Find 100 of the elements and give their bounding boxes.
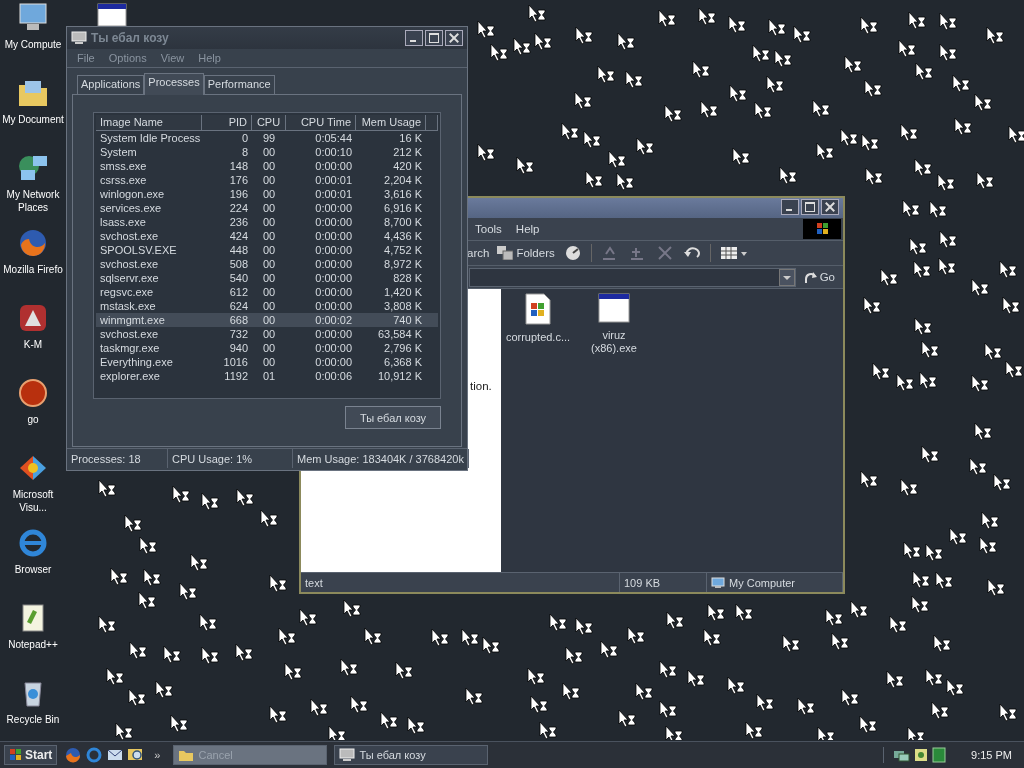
busy-cursor-icon [530, 695, 548, 714]
close-button[interactable] [821, 199, 839, 215]
process-row[interactable]: services.exe 224 00 0:00:00 6,916 K [96, 201, 438, 215]
busy-cursor-icon [732, 147, 750, 166]
process-row[interactable]: svchost.exe 424 00 0:00:00 4,436 K [96, 229, 438, 243]
tab[interactable]: Performance [203, 75, 275, 94]
busy-cursor-icon [913, 260, 931, 279]
menu-item[interactable]: Help [515, 223, 540, 235]
busy-cursor-icon [565, 646, 583, 665]
busy-cursor-icon [583, 130, 601, 149]
busy-cursor-icon [925, 543, 943, 562]
views-icon[interactable] [718, 244, 749, 262]
close-button[interactable] [445, 30, 463, 46]
explorer-file[interactable]: corrupted.c... [503, 293, 573, 344]
busy-cursor-icon [987, 578, 1005, 597]
go-button[interactable]: Go [799, 271, 839, 283]
process-row[interactable]: winmgmt.exe 668 00 0:00:02 740 K [96, 313, 438, 327]
process-row[interactable]: csrss.exe 176 00 0:00:01 2,204 K [96, 173, 438, 187]
busy-cursor-icon [260, 509, 278, 528]
process-row[interactable]: sqlservr.exe 540 00 0:00:00 828 K [96, 271, 438, 285]
busy-cursor-icon [707, 603, 725, 622]
address-field[interactable] [469, 267, 796, 287]
busy-cursor-icon [935, 571, 953, 590]
process-row[interactable]: svchost.exe 732 00 0:00:00 63,584 K [96, 327, 438, 341]
busy-cursor-icon [465, 687, 483, 706]
firefox-icon[interactable] [64, 746, 83, 764]
globe-icon[interactable] [85, 746, 104, 764]
busy-cursor-icon [364, 627, 382, 646]
taskbar-button[interactable]: Ты ебал козу [334, 745, 489, 765]
minimize-button[interactable] [781, 199, 799, 215]
busy-cursor-icon [143, 568, 161, 587]
explorer-file[interactable]: viruz (x86).exe [579, 293, 649, 355]
busy-cursor-icon [907, 726, 925, 740]
minimize-button[interactable] [405, 30, 423, 46]
busy-cursor-icon [477, 20, 495, 39]
end-process-button[interactable]: Ты ебал козу [345, 406, 441, 429]
computer-icon [711, 576, 725, 589]
busy-cursor-icon [850, 600, 868, 619]
process-row[interactable]: System 8 00 0:00:10 212 K [96, 145, 438, 159]
folder-icon [178, 748, 195, 762]
busy-cursor-icon [625, 70, 643, 89]
column-header[interactable]: Image Name [96, 115, 202, 131]
process-row[interactable]: smss.exe 148 00 0:00:00 420 K [96, 159, 438, 173]
menu-item[interactable]: Tools [475, 223, 502, 235]
busy-cursor-icon [768, 18, 786, 37]
process-row[interactable]: System Idle Process 0 99 0:05:44 16 K [96, 131, 438, 145]
start-button[interactable]: Start [4, 745, 58, 765]
more-button[interactable]: » [148, 749, 167, 761]
globe-icon[interactable] [17, 527, 49, 559]
busy-cursor-icon [199, 613, 217, 632]
process-row[interactable]: Everything.exe 1016 00 0:00:00 6,368 K [96, 355, 438, 369]
meter-icon[interactable] [932, 747, 947, 763]
busy-cursor-icon [974, 422, 992, 441]
folders-button[interactable]: Folders [497, 246, 555, 260]
computer-icon [339, 748, 356, 762]
busy-cursor-icon [903, 541, 921, 560]
busy-cursor-icon [797, 697, 815, 716]
busy-cursor-icon [380, 711, 398, 730]
busy-cursor-icon [752, 44, 770, 63]
tab[interactable]: Processes [144, 73, 204, 95]
column-header[interactable]: CPU [252, 115, 286, 131]
busy-cursor-icon [914, 158, 932, 177]
busy-cursor-icon [1005, 360, 1023, 379]
process-row[interactable]: taskmgr.exe 940 00 0:00:00 2,796 K [96, 341, 438, 355]
process-row[interactable]: SPOOLSV.EXE 448 00 0:00:00 4,752 K [96, 243, 438, 257]
busy-cursor-icon [900, 478, 918, 497]
process-row[interactable]: mstask.exe 624 00 0:00:00 3,808 K [96, 299, 438, 313]
column-header[interactable]: CPU Time [286, 115, 356, 131]
column-header[interactable]: PID [202, 115, 252, 131]
app-icon[interactable] [17, 227, 49, 259]
busy-cursor-icon [844, 55, 862, 74]
busy-cursor-icon [912, 570, 930, 589]
busy-cursor-icon [911, 595, 929, 614]
busy-cursor-icon [896, 373, 914, 392]
app-icon[interactable] [17, 377, 49, 409]
busy-cursor-icon [179, 582, 197, 601]
busy-cursor-icon [766, 75, 784, 94]
busy-cursor-icon [840, 128, 858, 147]
busy-cursor-icon [728, 15, 746, 34]
busy-cursor-icon [350, 695, 368, 714]
dropdown-button[interactable] [778, 268, 795, 286]
busy-cursor-icon [664, 104, 682, 123]
tab[interactable]: Applications [77, 75, 145, 94]
window-icon[interactable] [97, 3, 127, 27]
busy-cursor-icon [490, 43, 508, 62]
process-row[interactable]: svchost.exe 508 00 0:00:00 8,972 K [96, 257, 438, 271]
process-row[interactable]: regsvc.exe 612 00 0:00:00 1,420 K [96, 285, 438, 299]
maximize-button[interactable] [801, 199, 819, 215]
process-row[interactable]: explorer.exe 1192 01 0:00:06 10,912 K [96, 369, 438, 383]
icon-label: Recycle Bin [5, 713, 61, 726]
process-row[interactable]: winlogon.exe 196 00 0:00:01 3,616 K [96, 187, 438, 201]
column-header[interactable]: Mem Usage [356, 115, 426, 131]
process-row[interactable]: lsass.exe 236 00 0:00:00 8,700 K [96, 215, 438, 229]
app-icon[interactable] [17, 302, 49, 334]
search-button[interactable]: arch [467, 247, 490, 259]
busy-cursor-icon [700, 100, 718, 119]
maximize-button[interactable] [425, 30, 443, 46]
busy-cursor-icon [969, 457, 987, 476]
busy-cursor-icon [139, 536, 157, 555]
busy-cursor-icon [201, 492, 219, 511]
